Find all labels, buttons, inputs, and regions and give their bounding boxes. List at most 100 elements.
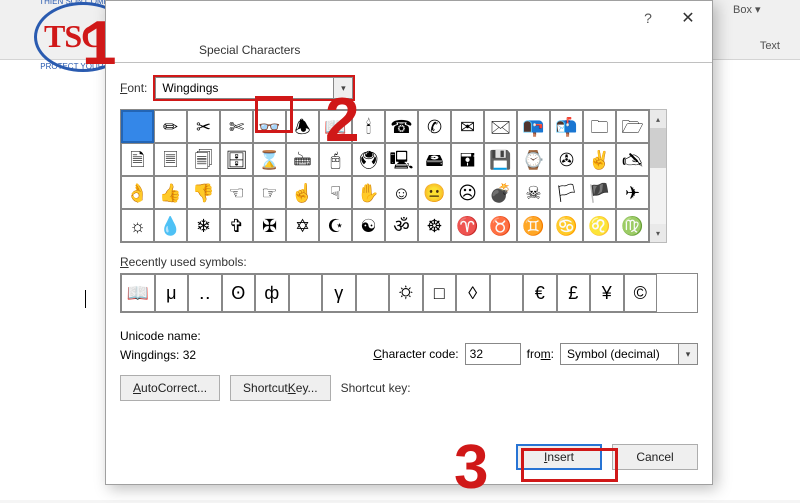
symbol-cell[interactable]: ⌚ (517, 143, 550, 176)
symbol-cell[interactable]: ✂ (187, 110, 220, 143)
symbol-cell[interactable]: 👓 (253, 110, 286, 143)
symbol-cell[interactable]: 🖬 (451, 143, 484, 176)
recent-symbol-cell[interactable]: ʘ (222, 274, 256, 312)
symbol-cell[interactable]: ☝ (286, 176, 319, 209)
symbol-cell[interactable]: 🖮 (286, 143, 319, 176)
recent-symbol-cell[interactable]: ¥ (590, 274, 624, 312)
font-select[interactable]: ▾ (153, 75, 355, 101)
symbol-cell[interactable]: ☞ (253, 176, 286, 209)
symbol-cell[interactable]: ♊ (517, 209, 550, 242)
symbol-cell[interactable]: ⌛ (253, 143, 286, 176)
recent-symbol-cell[interactable]: © (624, 274, 658, 312)
font-dropdown-button[interactable]: ▾ (333, 77, 353, 99)
help-button[interactable]: ? (628, 10, 668, 26)
symbol-cell[interactable]: ☺ (385, 176, 418, 209)
recent-symbol-cell[interactable]: £ (557, 274, 591, 312)
font-input[interactable] (155, 77, 333, 99)
symbol-cell[interactable]: ✞ (220, 209, 253, 242)
symbol-cell[interactable]: 📬 (550, 110, 583, 143)
from-input[interactable] (560, 343, 678, 365)
recent-symbol-cell[interactable]: γ (322, 274, 356, 312)
symbol-cell[interactable]: ☹ (451, 176, 484, 209)
recent-symbol-cell[interactable] (490, 274, 524, 312)
symbol-cell[interactable]: ✏ (154, 110, 187, 143)
symbol-cell[interactable]: 🗐 (187, 143, 220, 176)
symbol-cell[interactable]: ☜ (220, 176, 253, 209)
symbol-cell[interactable]: 👍 (154, 176, 187, 209)
scroll-down-icon[interactable]: ▾ (650, 224, 666, 242)
symbol-cell[interactable]: ☟ (319, 176, 352, 209)
symbol-cell[interactable]: ☎ (385, 110, 418, 143)
symbol-cell[interactable]: ♉ (484, 209, 517, 242)
symbol-cell[interactable]: 🕭 (286, 110, 319, 143)
symbol-cell[interactable]: ♍ (616, 209, 649, 242)
symbol-cell[interactable]: 🕯 (352, 110, 385, 143)
symbol-cell[interactable]: 🖴 (418, 143, 451, 176)
symbol-cell[interactable]: ♈ (451, 209, 484, 242)
symbol-cell[interactable]: ✇ (550, 143, 583, 176)
symbol-cell[interactable]: 🗏 (154, 143, 187, 176)
symbol-cell[interactable]: ✠ (253, 209, 286, 242)
symbol-cell[interactable]: ☠ (517, 176, 550, 209)
symbol-cell[interactable]: 💾 (484, 143, 517, 176)
recent-symbol-cell[interactable]: € (523, 274, 557, 312)
recent-symbol-cell[interactable] (356, 274, 390, 312)
symbol-cell[interactable]: 🖰 (319, 143, 352, 176)
symbol-cell[interactable]: 🏳 (550, 176, 583, 209)
symbol-cell[interactable]: 🏴 (583, 176, 616, 209)
symbol-cell[interactable]: ✉ (451, 110, 484, 143)
symbol-cell[interactable]: ☼ (121, 209, 154, 242)
symbol-cell[interactable]: ♋ (550, 209, 583, 242)
from-label: from: (527, 347, 554, 361)
symbol-cell[interactable]: ✋ (352, 176, 385, 209)
from-select[interactable]: ▾ (560, 343, 698, 365)
symbol-cell[interactable]: ♌ (583, 209, 616, 242)
recent-label: Recently used symbols: (120, 255, 698, 269)
symbol-cell[interactable]: 🖲 (352, 143, 385, 176)
recent-symbol-cell[interactable]: □ (423, 274, 457, 312)
tab-special-characters[interactable]: Special Characters (184, 36, 315, 63)
recent-symbol-cell[interactable] (289, 274, 323, 312)
scroll-up-icon[interactable]: ▴ (650, 110, 666, 128)
symbol-cell[interactable]: 💣 (484, 176, 517, 209)
symbol-cell[interactable]: 👎 (187, 176, 220, 209)
recent-symbol-cell[interactable]: μ (155, 274, 189, 312)
symbol-cell[interactable]: ✆ (418, 110, 451, 143)
insert-button[interactable]: Insert (516, 444, 602, 470)
symbol-cell[interactable]: 🗄 (220, 143, 253, 176)
autocorrect-button[interactable]: AutoCorrect... (120, 375, 220, 401)
symbol-cell[interactable]: ✄ (220, 110, 253, 143)
close-button[interactable]: ✕ (668, 8, 708, 28)
grid-scrollbar[interactable]: ▴ ▾ (650, 109, 667, 243)
from-dropdown-button[interactable]: ▾ (678, 343, 698, 365)
recent-symbol-cell[interactable]: 🌣 (389, 274, 423, 312)
recent-symbol-cell[interactable]: ◊ (456, 274, 490, 312)
scroll-thumb[interactable] (650, 128, 666, 168)
char-code-input[interactable] (465, 343, 521, 365)
symbol-cell[interactable]: ✌ (583, 143, 616, 176)
symbol-cell[interactable]: ☪ (319, 209, 352, 242)
symbol-cell[interactable] (121, 110, 154, 143)
symbol-cell[interactable]: 💧 (154, 209, 187, 242)
symbol-cell[interactable]: 📭 (517, 110, 550, 143)
symbol-cell[interactable]: 🗁 (616, 110, 649, 143)
recent-symbol-cell[interactable]: 📖 (121, 274, 155, 312)
symbol-cell[interactable]: ☯ (352, 209, 385, 242)
symbol-cell[interactable]: 🗎 (121, 143, 154, 176)
symbol-cell[interactable]: ॐ (385, 209, 418, 242)
symbol-cell[interactable]: 👌 (121, 176, 154, 209)
recent-symbol-cell[interactable]: ф (255, 274, 289, 312)
symbol-cell[interactable]: 🖂 (484, 110, 517, 143)
shortcut-key-button[interactable]: Shortcut Key... (230, 375, 331, 401)
symbol-cell[interactable]: ☸ (418, 209, 451, 242)
recent-symbol-cell[interactable]: ‥ (188, 274, 222, 312)
symbol-cell[interactable]: ❄ (187, 209, 220, 242)
symbol-cell[interactable]: 😐 (418, 176, 451, 209)
symbol-cell[interactable]: 🗀 (583, 110, 616, 143)
symbol-cell[interactable]: 🖳 (385, 143, 418, 176)
symbol-cell[interactable]: 📖 (319, 110, 352, 143)
cancel-button[interactable]: Cancel (612, 444, 698, 470)
symbol-cell[interactable]: 🖎 (616, 143, 649, 176)
symbol-cell[interactable]: ✈ (616, 176, 649, 209)
symbol-cell[interactable]: ✡ (286, 209, 319, 242)
